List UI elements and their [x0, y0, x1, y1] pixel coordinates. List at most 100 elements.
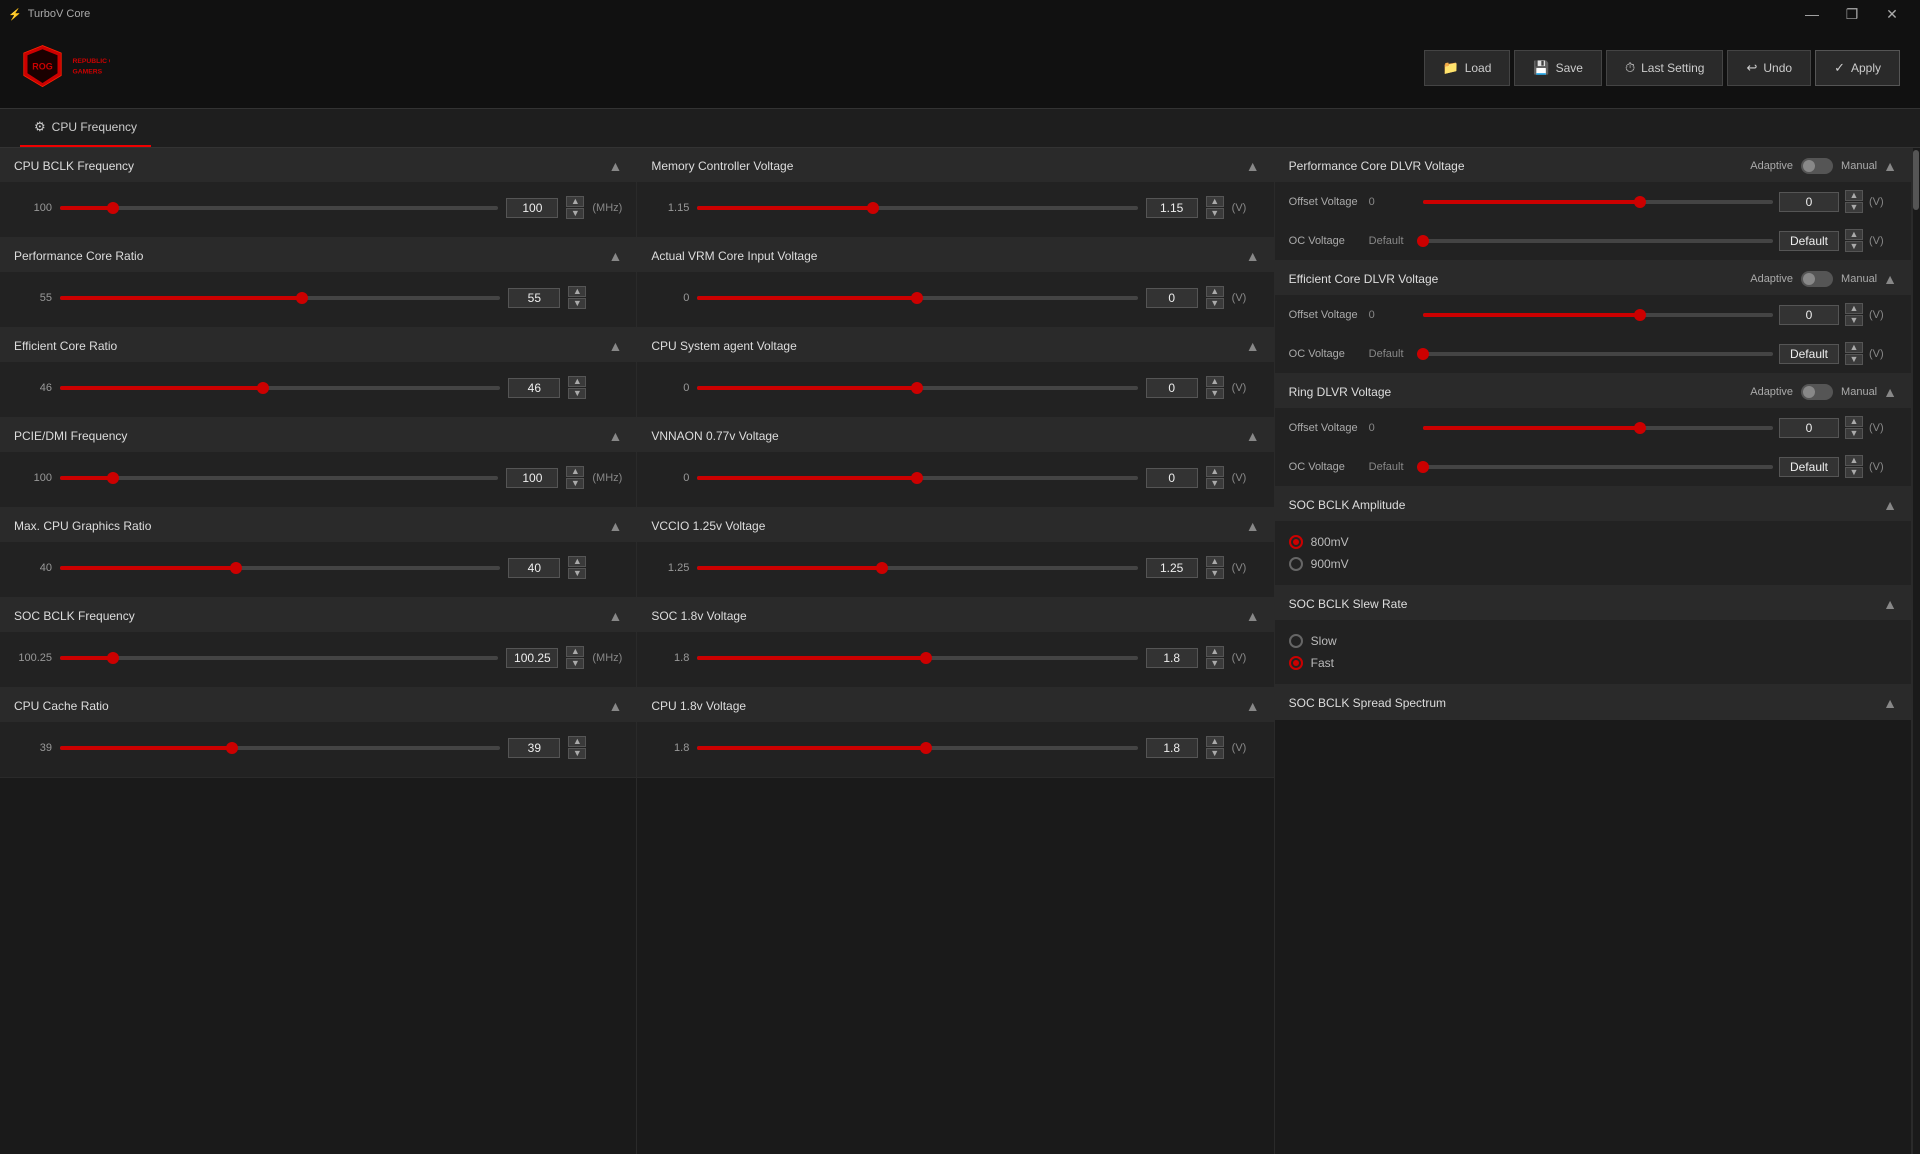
- slider-track-soc_18v[interactable]: [697, 656, 1137, 660]
- load-button[interactable]: 📁 Load: [1424, 50, 1511, 86]
- stepper-down-soc_18v[interactable]: ▼: [1206, 658, 1224, 669]
- stepper-up-cpu_cache[interactable]: ▲: [568, 736, 586, 747]
- slider-track-mem_ctrl_v[interactable]: [697, 206, 1137, 210]
- stepper-down-eff_core_ratio[interactable]: ▼: [568, 388, 586, 399]
- collapse-actual_vrm-icon[interactable]: ▲: [1246, 248, 1260, 264]
- stepper-up-vccio_125[interactable]: ▲: [1206, 556, 1224, 567]
- stepper-down-soc_bclk_freq[interactable]: ▼: [566, 658, 584, 669]
- subsection-stepper-down-ring_dlvr-0[interactable]: ▼: [1845, 428, 1863, 439]
- slider-value-cpu_sys_agent[interactable]: [1146, 378, 1198, 398]
- subsection-stepper-up-ring_dlvr-1[interactable]: ▲: [1845, 455, 1863, 466]
- subsection-stepper-up-perf_dlvr-1[interactable]: ▲: [1845, 229, 1863, 240]
- slider-value-vnnaon[interactable]: [1146, 468, 1198, 488]
- collapse-ring_dlvr-icon[interactable]: ▲: [1883, 384, 1897, 400]
- slider-track-cpu_bclk[interactable]: [60, 206, 498, 210]
- stepper-up-soc_18v[interactable]: ▲: [1206, 646, 1224, 657]
- slider-track-cpu_18v[interactable]: [697, 746, 1137, 750]
- subsection-track-ring_dlvr-0[interactable]: [1423, 426, 1773, 430]
- stepper-up-max_cpu_gfx[interactable]: ▲: [568, 556, 586, 567]
- stepper-up-cpu_sys_agent[interactable]: ▲: [1206, 376, 1224, 387]
- subsection-stepper-down-eff_dlvr-1[interactable]: ▼: [1845, 354, 1863, 365]
- radio-item-soc_bclk_amp-0[interactable]: 800mV: [1289, 531, 1897, 553]
- collapse-perf_dlvr-icon[interactable]: ▲: [1883, 158, 1897, 174]
- slider-value-mem_ctrl_v[interactable]: [1146, 198, 1198, 218]
- subsection-value-eff_dlvr-1[interactable]: [1779, 344, 1839, 364]
- subsection-stepper-down-eff_dlvr-0[interactable]: ▼: [1845, 315, 1863, 326]
- subsection-value-ring_dlvr-1[interactable]: [1779, 457, 1839, 477]
- collapse-soc_bclk_freq-icon[interactable]: ▲: [608, 608, 622, 624]
- apply-button[interactable]: ✓ Apply: [1815, 50, 1900, 86]
- stepper-down-actual_vrm[interactable]: ▼: [1206, 298, 1224, 309]
- slider-track-pcie_dmi[interactable]: [60, 476, 498, 480]
- stepper-up-cpu_bclk[interactable]: ▲: [566, 196, 584, 207]
- stepper-down-max_cpu_gfx[interactable]: ▼: [568, 568, 586, 579]
- subsection-stepper-up-eff_dlvr-0[interactable]: ▲: [1845, 303, 1863, 314]
- slider-value-pcie_dmi[interactable]: [506, 468, 558, 488]
- subsection-track-eff_dlvr-1[interactable]: [1423, 352, 1773, 356]
- collapse-mem_ctrl_v-icon[interactable]: ▲: [1246, 158, 1260, 174]
- collapse-eff_dlvr-icon[interactable]: ▲: [1883, 271, 1897, 287]
- slider-track-soc_bclk_freq[interactable]: [60, 656, 498, 660]
- slider-value-perf_core_ratio[interactable]: [508, 288, 560, 308]
- slider-value-soc_bclk_freq[interactable]: [506, 648, 558, 668]
- stepper-up-eff_core_ratio[interactable]: ▲: [568, 376, 586, 387]
- tab-cpu-frequency[interactable]: ⚙ CPU Frequency: [20, 109, 151, 147]
- slider-track-eff_core_ratio[interactable]: [60, 386, 500, 390]
- stepper-up-mem_ctrl_v[interactable]: ▲: [1206, 196, 1224, 207]
- collapse-pcie_dmi-icon[interactable]: ▲: [608, 428, 622, 444]
- stepper-down-pcie_dmi[interactable]: ▼: [566, 478, 584, 489]
- subsection-track-perf_dlvr-1[interactable]: [1423, 239, 1773, 243]
- collapse-eff_core_ratio-icon[interactable]: ▲: [608, 338, 622, 354]
- slider-value-cpu_cache[interactable]: [508, 738, 560, 758]
- slider-track-cpu_cache[interactable]: [60, 746, 500, 750]
- subsection-track-perf_dlvr-0[interactable]: [1423, 200, 1773, 204]
- toggle-switch-eff_dlvr[interactable]: [1801, 271, 1833, 287]
- stepper-up-actual_vrm[interactable]: ▲: [1206, 286, 1224, 297]
- stepper-down-cpu_bclk[interactable]: ▼: [566, 208, 584, 219]
- stepper-down-vccio_125[interactable]: ▼: [1206, 568, 1224, 579]
- slider-value-soc_18v[interactable]: [1146, 648, 1198, 668]
- radio-item-soc_bclk_amp-1[interactable]: 900mV: [1289, 553, 1897, 575]
- slider-value-max_cpu_gfx[interactable]: [508, 558, 560, 578]
- subsection-stepper-up-ring_dlvr-0[interactable]: ▲: [1845, 416, 1863, 427]
- collapse-soc_bclk_slew-icon[interactable]: ▲: [1883, 596, 1897, 612]
- slider-track-cpu_sys_agent[interactable]: [697, 386, 1137, 390]
- stepper-up-vnnaon[interactable]: ▲: [1206, 466, 1224, 477]
- collapse-perf_core_ratio-icon[interactable]: ▲: [608, 248, 622, 264]
- subsection-stepper-up-perf_dlvr-0[interactable]: ▲: [1845, 190, 1863, 201]
- slider-value-cpu_bclk[interactable]: [506, 198, 558, 218]
- stepper-up-pcie_dmi[interactable]: ▲: [566, 466, 584, 477]
- radio-item-soc_bclk_slew-0[interactable]: Slow: [1289, 630, 1897, 652]
- subsection-stepper-down-perf_dlvr-0[interactable]: ▼: [1845, 202, 1863, 213]
- stepper-down-cpu_sys_agent[interactable]: ▼: [1206, 388, 1224, 399]
- radio-item-soc_bclk_slew-1[interactable]: Fast: [1289, 652, 1897, 674]
- stepper-down-cpu_cache[interactable]: ▼: [568, 748, 586, 759]
- subsection-stepper-down-perf_dlvr-1[interactable]: ▼: [1845, 241, 1863, 252]
- subsection-track-eff_dlvr-0[interactable]: [1423, 313, 1773, 317]
- subsection-track-ring_dlvr-1[interactable]: [1423, 465, 1773, 469]
- collapse-soc_bclk_amp-icon[interactable]: ▲: [1883, 497, 1897, 513]
- stepper-down-cpu_18v[interactable]: ▼: [1206, 748, 1224, 759]
- collapse-vnnaon-icon[interactable]: ▲: [1246, 428, 1260, 444]
- restore-button[interactable]: ❐: [1832, 0, 1872, 28]
- scrollbar-thumb[interactable]: [1913, 150, 1919, 210]
- toggle-switch-ring_dlvr[interactable]: [1801, 384, 1833, 400]
- slider-track-max_cpu_gfx[interactable]: [60, 566, 500, 570]
- slider-track-actual_vrm[interactable]: [697, 296, 1137, 300]
- stepper-up-soc_bclk_freq[interactable]: ▲: [566, 646, 584, 657]
- undo-button[interactable]: ↩ Undo: [1727, 50, 1811, 86]
- subsection-stepper-up-eff_dlvr-1[interactable]: ▲: [1845, 342, 1863, 353]
- stepper-up-cpu_18v[interactable]: ▲: [1206, 736, 1224, 747]
- toggle-switch-perf_dlvr[interactable]: [1801, 158, 1833, 174]
- stepper-down-vnnaon[interactable]: ▼: [1206, 478, 1224, 489]
- subsection-value-perf_dlvr-1[interactable]: [1779, 231, 1839, 251]
- slider-value-actual_vrm[interactable]: [1146, 288, 1198, 308]
- collapse-cpu_bclk-icon[interactable]: ▲: [608, 158, 622, 174]
- save-button[interactable]: 💾 Save: [1514, 50, 1602, 86]
- collapse-soc_18v-icon[interactable]: ▲: [1246, 608, 1260, 624]
- slider-track-vccio_125[interactable]: [697, 566, 1137, 570]
- collapse-soc_bclk_spread-icon[interactable]: ▲: [1883, 695, 1897, 711]
- collapse-vccio_125-icon[interactable]: ▲: [1246, 518, 1260, 534]
- close-button[interactable]: ✕: [1872, 0, 1912, 28]
- subsection-value-perf_dlvr-0[interactable]: [1779, 192, 1839, 212]
